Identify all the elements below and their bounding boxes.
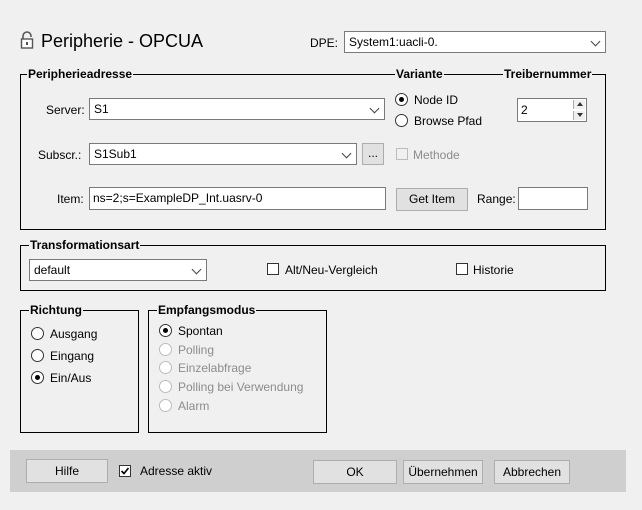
alt-neu-label: Alt/Neu-Vergleich	[285, 263, 378, 277]
methode-checkbox[interactable]	[396, 148, 408, 160]
ok-button[interactable]: OK	[313, 460, 397, 484]
chevron-down-icon	[590, 36, 601, 47]
einzelabfrage-label: Einzelabfrage	[178, 361, 252, 375]
server-label: Server:	[46, 103, 85, 117]
radio-ein-aus[interactable]	[31, 371, 44, 384]
treibernummer-legend: Treibernummer	[503, 67, 593, 81]
variante-legend: Variante	[395, 67, 444, 81]
spontan-label: Spontan	[178, 324, 223, 338]
polling-label: Polling	[178, 343, 215, 357]
radio-alarm[interactable]	[159, 399, 172, 412]
historie-label: Historie	[473, 263, 514, 277]
historie-checkbox[interactable]	[456, 263, 468, 275]
radio-ausgang[interactable]	[31, 327, 44, 340]
eingang-label: Eingang	[50, 349, 95, 363]
abbrechen-button[interactable]: Abbrechen	[494, 460, 570, 484]
polling-bei-verwendung-label: Polling bei Verwendung	[178, 380, 304, 394]
checkmark-icon	[120, 467, 130, 475]
chevron-down-icon	[369, 103, 380, 114]
adresse-aktiv-label: Adresse aktiv	[140, 464, 213, 478]
transformationsart-value: default	[34, 263, 71, 277]
item-input-value: ns=2;s=ExampleDP_Int.uasrv-0	[93, 191, 263, 205]
range-input[interactable]	[518, 187, 588, 210]
subscr-select[interactable]: S1Sub1	[89, 143, 357, 165]
richtung-legend: Richtung	[29, 303, 83, 317]
browse-pfad-label: Browse Pfad	[414, 114, 483, 128]
treibernummer-spinner[interactable]: 2	[517, 98, 587, 122]
dpe-select-value: System1:uacli-0.	[349, 35, 438, 49]
subscr-select-value: S1Sub1	[94, 147, 137, 161]
radio-eingang[interactable]	[31, 349, 44, 362]
spin-down-icon[interactable]	[573, 111, 585, 120]
ein-aus-label: Ein/Aus	[50, 371, 92, 385]
radio-polling[interactable]	[159, 343, 172, 356]
item-label: Item:	[57, 192, 84, 206]
item-input[interactable]: ns=2;s=ExampleDP_Int.uasrv-0	[89, 187, 386, 210]
radio-polling-bei-verwendung[interactable]	[159, 380, 172, 393]
radio-browse-pfad[interactable]	[395, 114, 408, 127]
radio-node-id[interactable]	[395, 93, 408, 106]
node-id-label: Node ID	[414, 93, 459, 107]
get-item-button[interactable]: Get Item	[396, 188, 468, 211]
range-label: Range:	[477, 192, 516, 206]
subscr-browse-button[interactable]: ...	[362, 143, 384, 165]
hilfe-button[interactable]: Hilfe	[26, 459, 108, 483]
lock-icon	[20, 31, 34, 49]
server-select[interactable]: S1	[89, 98, 385, 120]
methode-label: Methode	[413, 148, 460, 162]
alt-neu-checkbox[interactable]	[267, 263, 279, 275]
dpe-label: DPE:	[310, 36, 339, 50]
dpe-select[interactable]: System1:uacli-0.	[344, 31, 606, 53]
radio-spontan[interactable]	[159, 324, 172, 337]
server-select-value: S1	[94, 102, 109, 116]
spin-up-icon[interactable]	[573, 100, 585, 109]
transformationsart-legend: Transformationsart	[29, 238, 141, 252]
chevron-down-icon	[191, 264, 202, 275]
transformationsart-select[interactable]: default	[29, 259, 207, 281]
alarm-label: Alarm	[178, 399, 210, 413]
chevron-down-icon	[341, 148, 352, 159]
subscr-label: Subscr.:	[38, 148, 82, 162]
page-title: Peripherie - OPCUA	[41, 31, 204, 51]
treibernummer-value: 2	[521, 103, 528, 117]
uebernehmen-button[interactable]: Übernehmen	[403, 460, 483, 484]
ausgang-label: Ausgang	[50, 327, 98, 341]
adresse-aktiv-checkbox[interactable]	[119, 465, 131, 477]
radio-einzelabfrage[interactable]	[159, 361, 172, 374]
empfangsmodus-legend: Empfangsmodus	[157, 303, 257, 317]
peripherieadresse-legend: Peripherieadresse	[27, 67, 134, 81]
